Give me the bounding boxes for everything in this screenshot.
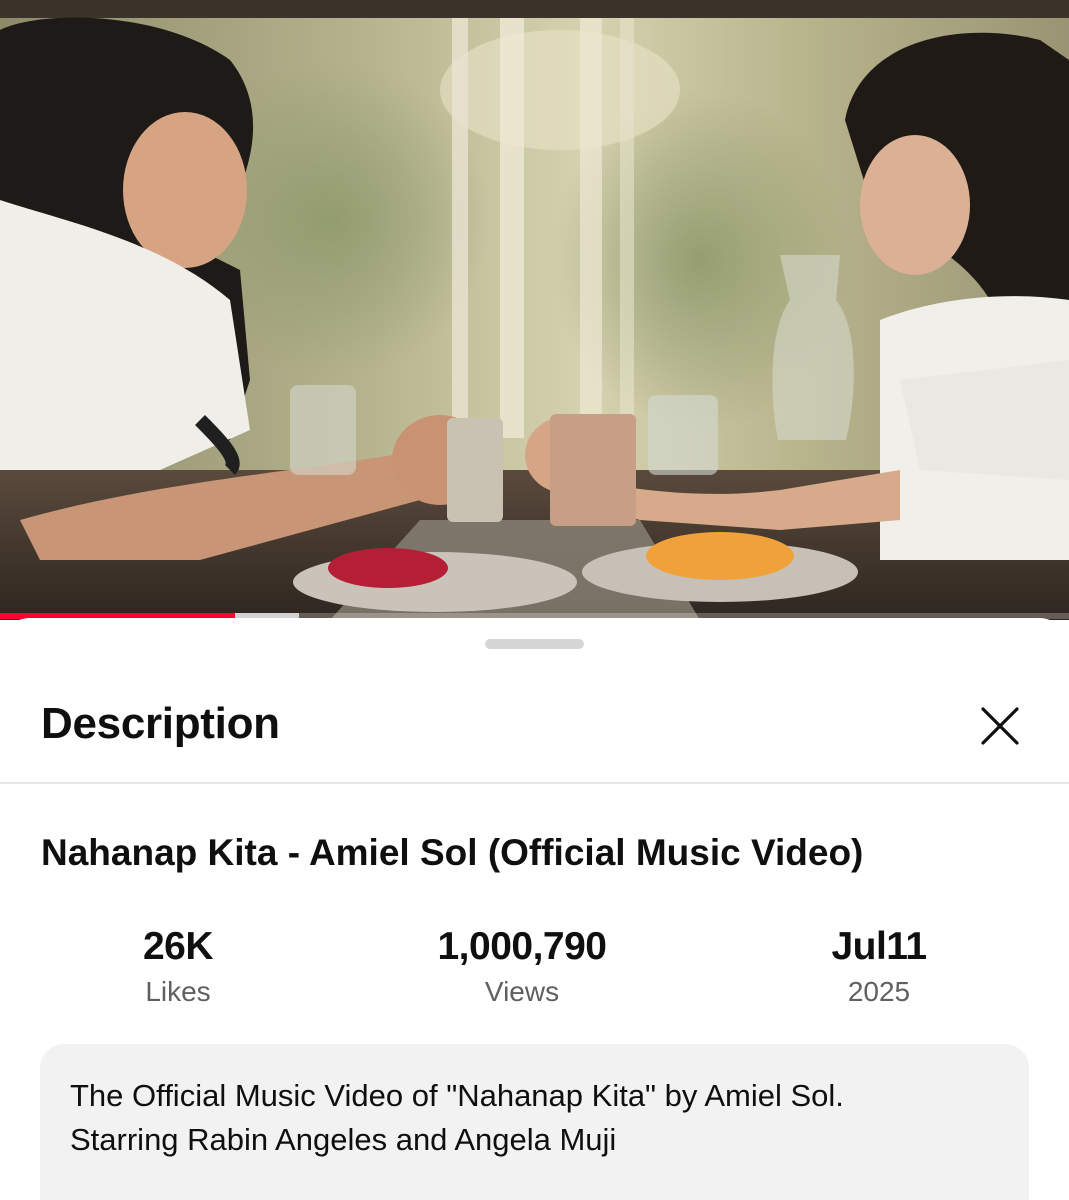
- close-button[interactable]: [972, 698, 1028, 754]
- likes-count: 26K: [142, 925, 214, 968]
- description-box[interactable]: The Official Music Video of "Nahanap Kit…: [40, 1044, 1029, 1200]
- drag-handle[interactable]: [485, 639, 584, 649]
- video-player[interactable]: [0, 0, 1069, 620]
- video-title: Nahanap Kita - Amiel Sol (Official Music…: [41, 832, 864, 873]
- close-icon: [981, 707, 1019, 745]
- likes-label: Likes: [145, 976, 211, 1007]
- views-count: 1,000,790: [437, 925, 607, 968]
- sheet-title: Description: [41, 699, 280, 748]
- header-divider: [0, 782, 1069, 784]
- upload-date: Jul11: [831, 925, 927, 968]
- views-label: Views: [484, 976, 560, 1007]
- video-stats: 26K Likes 1,000,790 Views Jul11 2025: [0, 924, 1069, 1024]
- description-line-2: Starring Rabin Angeles and Angela Muji: [70, 1122, 617, 1157]
- likes-stat: 26K Likes: [28, 924, 328, 1012]
- upload-year: 2025: [847, 976, 911, 1007]
- views-stat: 1,000,790 Views: [372, 924, 672, 1012]
- description-text: The Official Music Video of "Nahanap Kit…: [70, 1074, 1000, 1162]
- upload-date-stat: Jul11 2025: [729, 924, 1029, 1012]
- description-sheet: Description Nahanap Kita - Amiel Sol (Of…: [0, 618, 1069, 1200]
- description-line-1: The Official Music Video of "Nahanap Kit…: [70, 1078, 844, 1113]
- video-frame-image: [0, 0, 1069, 620]
- description-screen: Description Nahanap Kita - Amiel Sol (Of…: [0, 0, 1069, 1200]
